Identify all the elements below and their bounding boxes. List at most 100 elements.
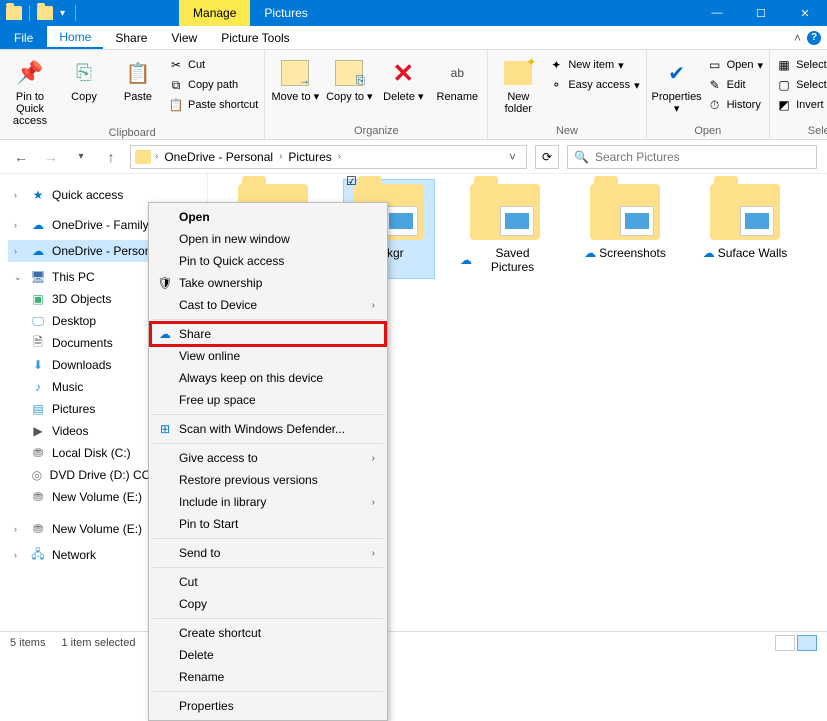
- minimize-button[interactable]: —: [695, 0, 739, 26]
- disk-icon: ⛃: [30, 489, 46, 505]
- details-view-button[interactable]: [775, 635, 795, 651]
- ctx-pin-to-start[interactable]: Pin to Start: [151, 513, 385, 535]
- ctx-copy[interactable]: Copy: [151, 593, 385, 615]
- help-icon[interactable]: ?: [807, 31, 821, 45]
- ctx-free-up-space[interactable]: Free up space: [151, 389, 385, 411]
- move-to-button[interactable]: Move to ▾: [271, 53, 319, 103]
- contextual-tab-manage[interactable]: Manage: [179, 0, 250, 26]
- new-item-button[interactable]: ✦New item ▾: [548, 57, 639, 73]
- ribbon-tabs: File Home Share View Picture Tools ˄ ?: [0, 26, 827, 50]
- ctx-pin-quick-access[interactable]: Pin to Quick access: [151, 250, 385, 272]
- chevron-right-icon[interactable]: ›: [155, 151, 158, 162]
- tab-share[interactable]: Share: [103, 26, 159, 49]
- maximize-button[interactable]: ☐: [739, 0, 783, 26]
- refresh-button[interactable]: ⟳: [535, 145, 559, 169]
- copy-to-button[interactable]: Copy to ▾: [325, 53, 373, 103]
- ctx-restore-previous[interactable]: Restore previous versions: [151, 469, 385, 491]
- search-input[interactable]: 🔍 Search Pictures: [567, 145, 817, 169]
- chevron-right-icon[interactable]: ›: [338, 151, 341, 162]
- group-organize-label: Organize: [271, 125, 481, 139]
- up-button[interactable]: ↑: [100, 149, 122, 165]
- tab-home[interactable]: Home: [47, 26, 103, 49]
- breadcrumb-part[interactable]: OneDrive - Personal: [160, 150, 277, 164]
- folder-item[interactable]: ☁Screenshots: [580, 184, 670, 274]
- easy-access-button[interactable]: ⚬Easy access ▾: [548, 77, 639, 93]
- invert-selection-icon: ◩: [776, 97, 792, 113]
- select-all-icon: ▦: [776, 57, 792, 73]
- pin-to-quick-access-button[interactable]: 📌 Pin to Quick access: [6, 53, 54, 127]
- ctx-delete[interactable]: Delete: [151, 644, 385, 666]
- collapse-ribbon-icon[interactable]: ˄: [794, 31, 801, 45]
- ctx-cut[interactable]: Cut: [151, 571, 385, 593]
- paste-shortcut-button[interactable]: 📋Paste shortcut: [168, 97, 258, 113]
- cut-button[interactable]: ✂Cut: [168, 57, 258, 73]
- tab-picture-tools[interactable]: Picture Tools: [209, 26, 301, 49]
- pc-icon: 🖥: [30, 269, 46, 285]
- breadcrumb-dropdown[interactable]: ˅: [503, 150, 522, 164]
- objects-icon: ▣: [30, 291, 46, 307]
- ctx-scan-defender[interactable]: ⊞Scan with Windows Defender...: [151, 418, 385, 440]
- copy-button[interactable]: ⎘ Copy: [60, 53, 108, 103]
- folder-item[interactable]: ☁Saved Pictures: [460, 184, 550, 274]
- ctx-share[interactable]: ☁Share: [151, 323, 385, 345]
- ctx-create-shortcut[interactable]: Create shortcut: [151, 622, 385, 644]
- ctx-always-keep[interactable]: Always keep on this device: [151, 367, 385, 389]
- ctx-send-to[interactable]: Send to›: [151, 542, 385, 564]
- close-button[interactable]: ✕: [783, 0, 827, 26]
- breadcrumb[interactable]: › OneDrive - Personal › Pictures › ˅: [130, 145, 527, 169]
- recent-locations-button[interactable]: ▾: [70, 151, 92, 162]
- copy-icon: ⎘: [68, 57, 100, 89]
- new-folder-icon: [504, 61, 532, 85]
- invert-selection-button[interactable]: ◩Invert selection: [776, 97, 827, 113]
- properties-button[interactable]: ✔Properties ▾: [653, 53, 701, 115]
- delete-button[interactable]: ✕Delete ▾: [379, 53, 427, 103]
- ctx-take-ownership[interactable]: 🛡Take ownership: [151, 272, 385, 294]
- history-button[interactable]: ⏱History: [707, 97, 763, 113]
- chevron-right-icon[interactable]: ›: [279, 151, 282, 162]
- breadcrumb-part[interactable]: Pictures: [284, 150, 335, 164]
- select-all-button[interactable]: ▦Select all: [776, 57, 827, 73]
- ctx-give-access-to[interactable]: Give access to›: [151, 447, 385, 469]
- new-item-icon: ✦: [548, 57, 564, 73]
- status-bar: 5 items 1 item selected Available when o…: [0, 631, 827, 653]
- ctx-properties[interactable]: Properties: [151, 695, 385, 717]
- folder-thumb-icon: [590, 184, 660, 240]
- open-icon: ▭: [707, 57, 723, 73]
- title-bar: ▾ Manage Pictures — ☐ ✕: [0, 0, 827, 26]
- paste-button[interactable]: 📋 Paste: [114, 53, 162, 103]
- ctx-view-online[interactable]: View online: [151, 345, 385, 367]
- chevron-down-icon[interactable]: ▾: [57, 8, 68, 19]
- edit-button[interactable]: ✎Edit: [707, 77, 763, 93]
- folder-icon: [135, 150, 151, 164]
- back-button[interactable]: ←: [10, 149, 32, 165]
- tab-view[interactable]: View: [159, 26, 209, 49]
- ctx-include-in-library[interactable]: Include in library›: [151, 491, 385, 513]
- desktop-icon: 🖵: [30, 313, 46, 329]
- tab-file[interactable]: File: [0, 26, 47, 49]
- copy-to-icon: [335, 60, 363, 86]
- folder-item[interactable]: ☁Suface Walls: [700, 184, 790, 274]
- select-none-button[interactable]: ▢Select none: [776, 77, 827, 93]
- pin-icon: 📌: [14, 57, 46, 89]
- ctx-cast-to-device[interactable]: Cast to Device›: [151, 294, 385, 316]
- new-folder-button[interactable]: New folder: [494, 53, 542, 115]
- rename-button[interactable]: abRename: [433, 53, 481, 103]
- contextual-tab-pictures[interactable]: Pictures: [250, 0, 321, 26]
- cloud-status-icon: ☁: [460, 253, 472, 267]
- shield-icon: 🛡: [157, 276, 173, 290]
- paste-shortcut-icon: 📋: [168, 97, 184, 113]
- copy-path-button[interactable]: ⧉Copy path: [168, 77, 258, 93]
- ctx-rename[interactable]: Rename: [151, 666, 385, 688]
- disk-icon: ⛃: [30, 445, 46, 461]
- thumbnails-view-button[interactable]: [797, 635, 817, 651]
- star-icon: ★: [30, 187, 46, 203]
- group-clipboard-label: Clipboard: [6, 127, 258, 141]
- address-bar-row: ← → ▾ ↑ › OneDrive - Personal › Pictures…: [0, 140, 827, 174]
- ctx-open[interactable]: Open: [151, 206, 385, 228]
- cloud-status-icon: ☁: [703, 246, 715, 260]
- edit-icon: ✎: [707, 77, 723, 93]
- ctx-open-new-window[interactable]: Open in new window: [151, 228, 385, 250]
- open-button[interactable]: ▭Open ▾: [707, 57, 763, 73]
- chevron-right-icon: ›: [372, 497, 375, 508]
- forward-button[interactable]: →: [40, 149, 62, 165]
